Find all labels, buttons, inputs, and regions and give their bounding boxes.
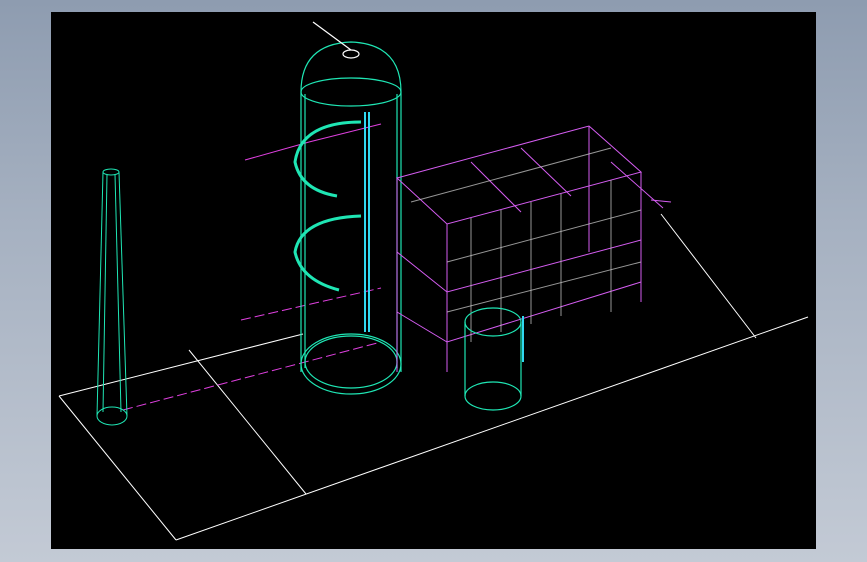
- duct-pipe: [122, 123, 382, 411]
- steel-frame-structure: [395, 125, 672, 372]
- chimney-stack: [96, 168, 128, 426]
- absorption-tower: [300, 21, 402, 395]
- small-tank: [464, 307, 524, 411]
- cad-viewport[interactable]: [51, 12, 816, 549]
- foundation-slab: [58, 213, 809, 541]
- tower-ladder: [364, 112, 370, 332]
- cad-drawing: [58, 21, 809, 541]
